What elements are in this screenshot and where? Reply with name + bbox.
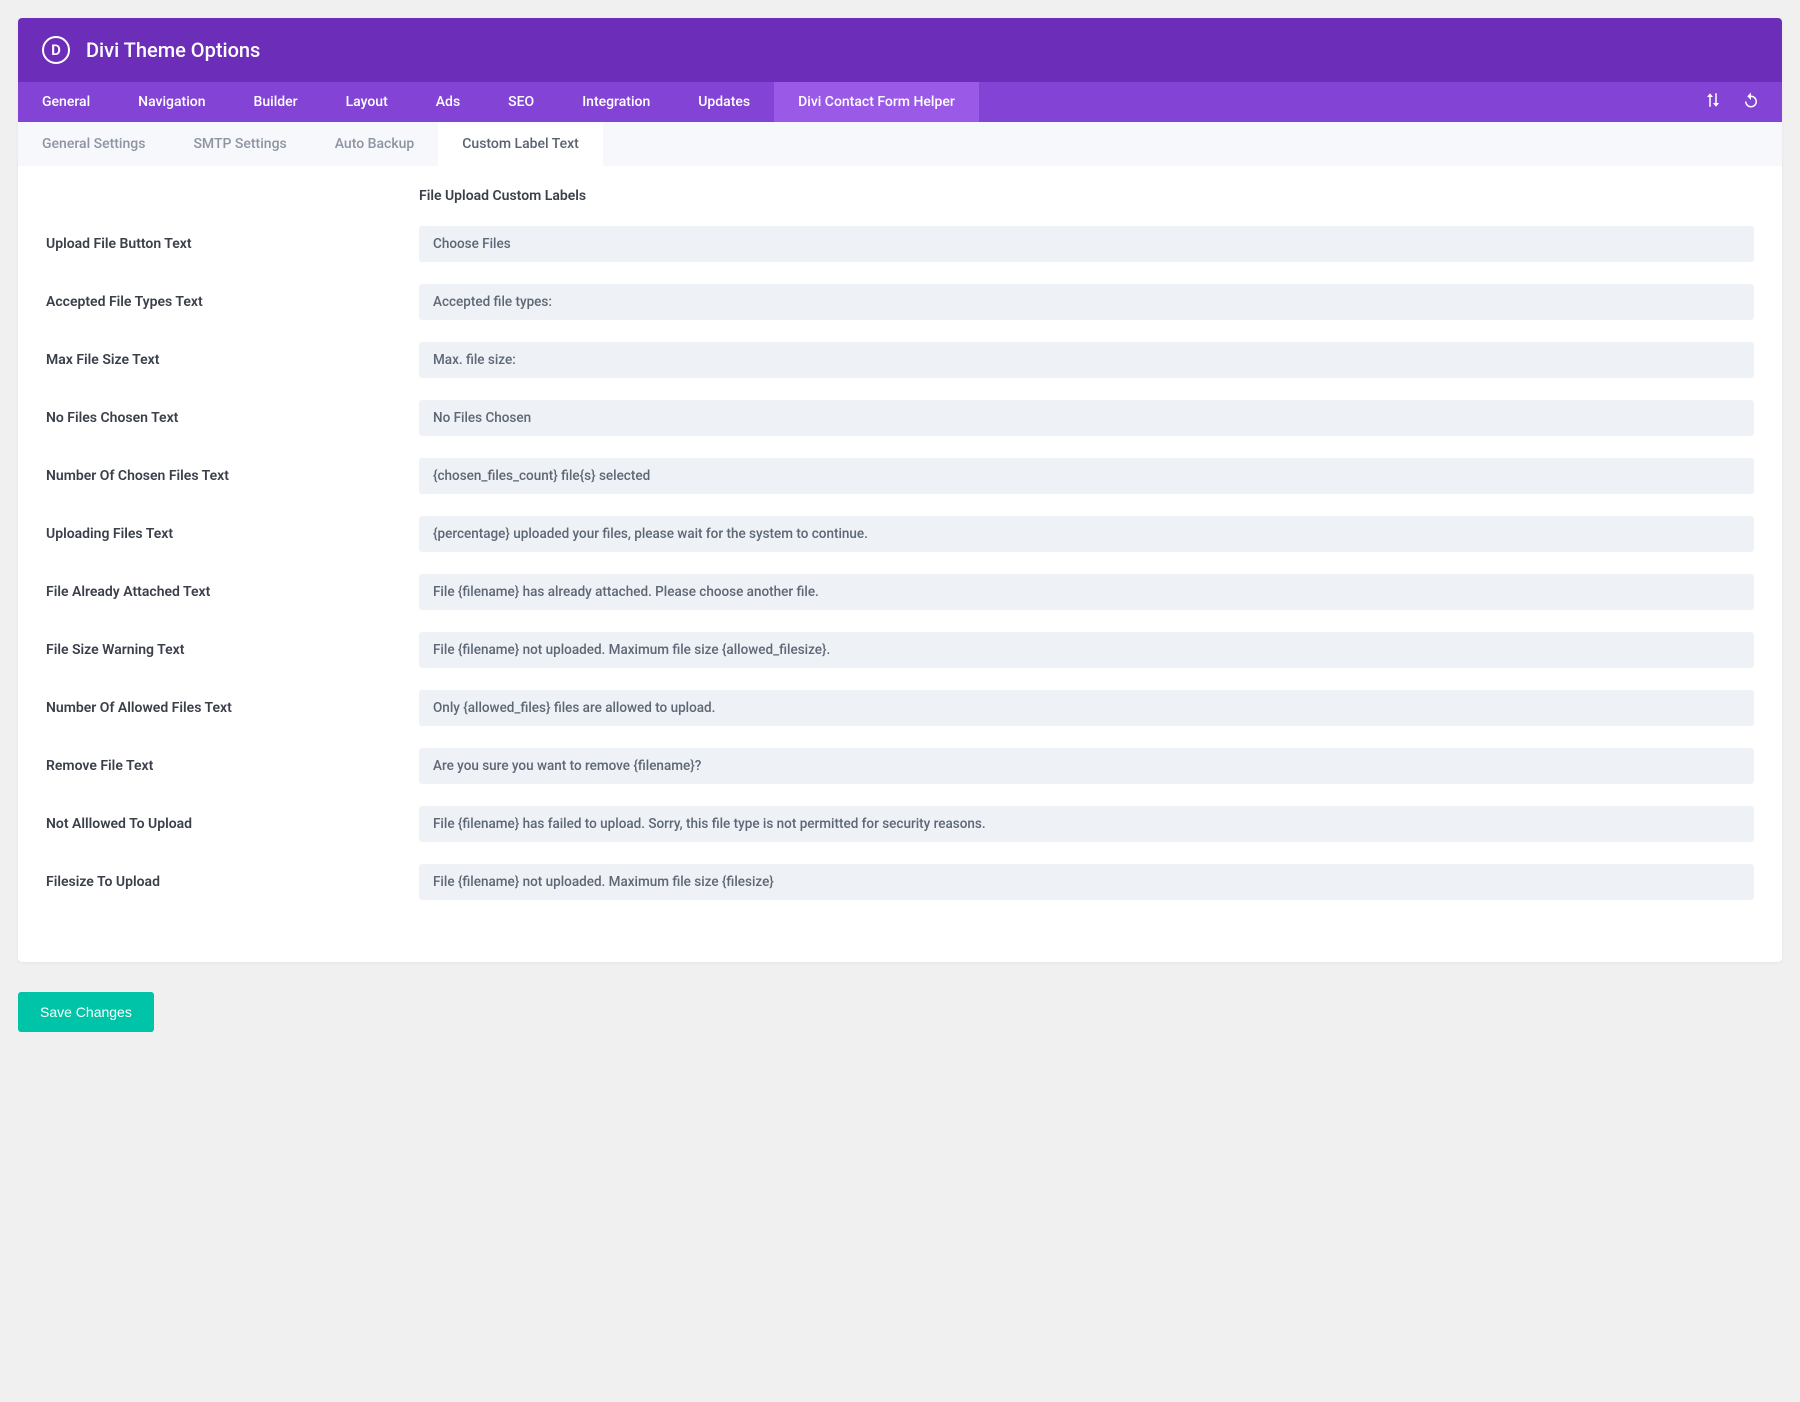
field-label: Filesize To Upload bbox=[46, 874, 419, 890]
main-nav-item[interactable]: Navigation bbox=[114, 82, 229, 122]
field-input[interactable] bbox=[419, 690, 1754, 726]
main-nav-item[interactable]: Integration bbox=[558, 82, 674, 122]
sub-nav: General SettingsSMTP SettingsAuto Backup… bbox=[18, 122, 1782, 166]
logo-letter: D bbox=[51, 41, 61, 59]
field-row: Not Alllowed To Upload bbox=[46, 806, 1754, 842]
field-label: No Files Chosen Text bbox=[46, 410, 419, 426]
divi-logo-icon: D bbox=[42, 36, 70, 64]
sub-nav-item[interactable]: Auto Backup bbox=[311, 122, 439, 166]
field-label: Remove File Text bbox=[46, 758, 419, 774]
field-input[interactable] bbox=[419, 458, 1754, 494]
field-label: Upload File Button Text bbox=[46, 236, 419, 252]
field-input[interactable] bbox=[419, 574, 1754, 610]
save-button[interactable]: Save Changes bbox=[18, 992, 154, 1032]
sub-nav-item[interactable]: General Settings bbox=[18, 122, 169, 166]
section-title: File Upload Custom Labels bbox=[419, 188, 1754, 204]
field-row: Filesize To Upload bbox=[46, 864, 1754, 900]
field-input[interactable] bbox=[419, 632, 1754, 668]
field-input[interactable] bbox=[419, 864, 1754, 900]
field-input[interactable] bbox=[419, 342, 1754, 378]
field-row: Number Of Chosen Files Text bbox=[46, 458, 1754, 494]
panel-header: D Divi Theme Options bbox=[18, 18, 1782, 82]
page-title: Divi Theme Options bbox=[86, 38, 260, 62]
main-nav-item[interactable]: Builder bbox=[230, 82, 322, 122]
main-nav-item[interactable]: Layout bbox=[322, 82, 412, 122]
field-input[interactable] bbox=[419, 400, 1754, 436]
field-row: Accepted File Types Text bbox=[46, 284, 1754, 320]
sub-nav-item[interactable]: SMTP Settings bbox=[169, 122, 310, 166]
field-label: File Already Attached Text bbox=[46, 584, 419, 600]
main-nav-item[interactable]: Ads bbox=[412, 82, 484, 122]
field-input[interactable] bbox=[419, 516, 1754, 552]
field-label: File Size Warning Text bbox=[46, 642, 419, 658]
field-label: Not Alllowed To Upload bbox=[46, 816, 419, 832]
field-row: No Files Chosen Text bbox=[46, 400, 1754, 436]
field-row: Number Of Allowed Files Text bbox=[46, 690, 1754, 726]
field-label: Accepted File Types Text bbox=[46, 294, 419, 310]
field-label: Number Of Allowed Files Text bbox=[46, 700, 419, 716]
field-input[interactable] bbox=[419, 748, 1754, 784]
field-row: Upload File Button Text bbox=[46, 226, 1754, 262]
sort-icon[interactable] bbox=[1704, 91, 1722, 113]
field-input[interactable] bbox=[419, 806, 1754, 842]
nav-icons bbox=[1704, 91, 1782, 113]
main-nav-item[interactable]: SEO bbox=[484, 82, 558, 122]
reset-icon[interactable] bbox=[1742, 91, 1760, 113]
main-nav: GeneralNavigationBuilderLayoutAdsSEOInte… bbox=[18, 82, 1782, 122]
main-nav-item[interactable]: Updates bbox=[674, 82, 774, 122]
field-label: Uploading Files Text bbox=[46, 526, 419, 542]
field-input[interactable] bbox=[419, 284, 1754, 320]
main-nav-item[interactable]: Divi Contact Form Helper bbox=[774, 82, 979, 122]
field-row: File Already Attached Text bbox=[46, 574, 1754, 610]
sub-nav-item[interactable]: Custom Label Text bbox=[438, 122, 603, 166]
field-row: Remove File Text bbox=[46, 748, 1754, 784]
field-label: Max File Size Text bbox=[46, 352, 419, 368]
options-panel: D Divi Theme Options GeneralNavigationBu… bbox=[18, 18, 1782, 962]
field-input[interactable] bbox=[419, 226, 1754, 262]
field-row: Max File Size Text bbox=[46, 342, 1754, 378]
main-nav-item[interactable]: General bbox=[18, 82, 114, 122]
content-area: File Upload Custom Labels Upload File Bu… bbox=[18, 166, 1782, 962]
field-label: Number Of Chosen Files Text bbox=[46, 468, 419, 484]
field-row: File Size Warning Text bbox=[46, 632, 1754, 668]
field-row: Uploading Files Text bbox=[46, 516, 1754, 552]
